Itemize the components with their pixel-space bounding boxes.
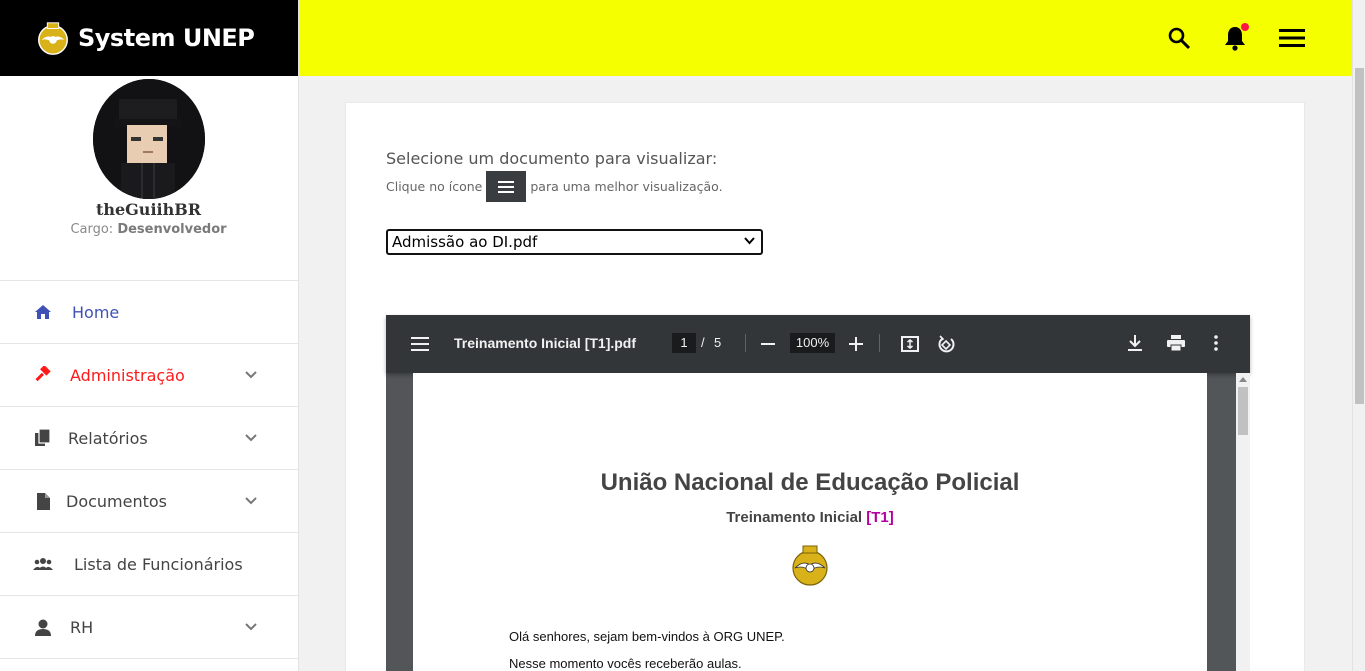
pdf-page-input[interactable]: 1 xyxy=(672,333,696,353)
chevron-down-icon xyxy=(243,619,259,635)
gavel-icon xyxy=(33,365,53,385)
menu-icon[interactable] xyxy=(1278,24,1306,52)
users-icon xyxy=(33,554,53,574)
sidebar-item-administracao[interactable]: Administração xyxy=(0,344,298,407)
brand-name: System UNEP xyxy=(78,24,255,52)
search-icon[interactable] xyxy=(1165,24,1193,52)
chevron-down-icon xyxy=(243,367,259,383)
chevron-down-icon xyxy=(744,237,755,245)
toolbar-divider xyxy=(745,334,746,352)
rotate-icon[interactable] xyxy=(935,334,957,354)
role-value: Desenvolvedor xyxy=(117,222,227,237)
sidebar-item-label: Home xyxy=(72,302,120,322)
sidebar-item-documentos[interactable]: Documentos xyxy=(0,470,298,533)
sidebar-item-label: Relatórios xyxy=(68,428,148,448)
scrollbar-thumb[interactable] xyxy=(1355,68,1364,404)
sidebar-item-label: RH xyxy=(70,617,94,637)
pdf-viewer[interactable]: Treinamento Inicial [T1].pdf 1 / 5 100% xyxy=(386,315,1250,671)
pdf-page: União Nacional de Educação Policial Trei… xyxy=(413,373,1207,671)
brand-bar[interactable]: System UNEP xyxy=(0,0,298,76)
files-icon xyxy=(33,428,53,448)
top-bar xyxy=(299,0,1352,76)
pdf-menu-icon[interactable] xyxy=(410,334,430,354)
user-role: Cargo: Desenvolvedor xyxy=(0,222,297,237)
scroll-up-icon[interactable] xyxy=(1239,376,1247,382)
zoom-in-icon[interactable] xyxy=(847,334,865,354)
select-title: Selecione um documento para visualizar: xyxy=(386,149,718,168)
bell-icon[interactable] xyxy=(1221,23,1249,52)
more-options-icon[interactable] xyxy=(1208,333,1224,353)
pdf-scrollbar[interactable] xyxy=(1236,373,1250,671)
pdf-page-separator: / xyxy=(701,335,705,350)
sidebar-item-lista-funcionarios[interactable]: Lista de Funcionários xyxy=(0,533,298,596)
unep-emblem-icon xyxy=(38,22,68,55)
pdf-toolbar: Treinamento Inicial [T1].pdf 1 / 5 100% xyxy=(386,315,1250,373)
hint-after: para uma melhor visualização. xyxy=(530,179,723,194)
document-paragraph: Olá senhores, sejam bem-vindos à ORG UNE… xyxy=(509,629,785,644)
document-viewer-card: Selecione um documento para visualizar: … xyxy=(345,102,1305,671)
sidebar-item-label: Administração xyxy=(70,365,185,385)
sidebar-item-label: Lista de Funcionários xyxy=(74,554,243,574)
document-select-value: Admissão ao DI.pdf xyxy=(392,233,538,251)
download-icon[interactable] xyxy=(1124,333,1146,353)
toolbar-divider xyxy=(879,334,880,352)
page-scrollbar[interactable] xyxy=(1352,0,1365,671)
sidebar-item-relatorios[interactable]: Relatórios xyxy=(0,407,298,470)
notification-dot xyxy=(1241,23,1249,31)
print-icon[interactable] xyxy=(1164,333,1188,353)
unep-emblem-icon xyxy=(792,545,828,586)
user-profile: theGuiihBR Cargo: Desenvolvedor xyxy=(0,76,298,281)
document-subtitle-tag: [T1] xyxy=(866,509,894,526)
pdf-zoom-input[interactable]: 100% xyxy=(790,333,835,353)
fit-page-icon[interactable] xyxy=(899,334,921,354)
avatar-image xyxy=(93,79,205,199)
hint-text: Clique no ícone para uma melhor visualiz… xyxy=(386,171,723,202)
chevron-down-icon xyxy=(243,430,259,446)
avatar[interactable] xyxy=(93,79,205,199)
sidebar-item-label: Documentos xyxy=(66,491,168,511)
user-icon xyxy=(33,617,53,637)
pdf-filename: Treinamento Inicial [T1].pdf xyxy=(454,335,637,351)
sidebar-item-home[interactable]: Home xyxy=(0,281,298,344)
zoom-out-icon[interactable] xyxy=(759,334,777,354)
chevron-down-icon xyxy=(243,493,259,509)
home-icon xyxy=(33,302,53,322)
username: theGuiihBR xyxy=(95,200,202,219)
sidebar-item-rh[interactable]: RH xyxy=(0,596,298,659)
role-label: Cargo: xyxy=(70,222,114,237)
document-icon xyxy=(33,491,53,511)
sidebar: System UNEP theGuiihBR Cargo: Desenvolve… xyxy=(0,0,299,671)
pdf-scrollbar-thumb[interactable] xyxy=(1238,387,1248,435)
menu-icon[interactable] xyxy=(486,171,527,202)
pdf-total-pages: 5 xyxy=(714,335,722,350)
document-subtitle: Treinamento Inicial [T1] xyxy=(413,509,1207,526)
document-select[interactable]: Admissão ao DI.pdf xyxy=(386,229,763,255)
document-title: União Nacional de Educação Policial xyxy=(600,469,1020,496)
document-paragraph: Nesse momento vocês receberão aulas. xyxy=(509,656,742,671)
document-subtitle-text: Treinamento Inicial xyxy=(726,509,863,526)
hint-before: Clique no ícone xyxy=(386,179,483,194)
